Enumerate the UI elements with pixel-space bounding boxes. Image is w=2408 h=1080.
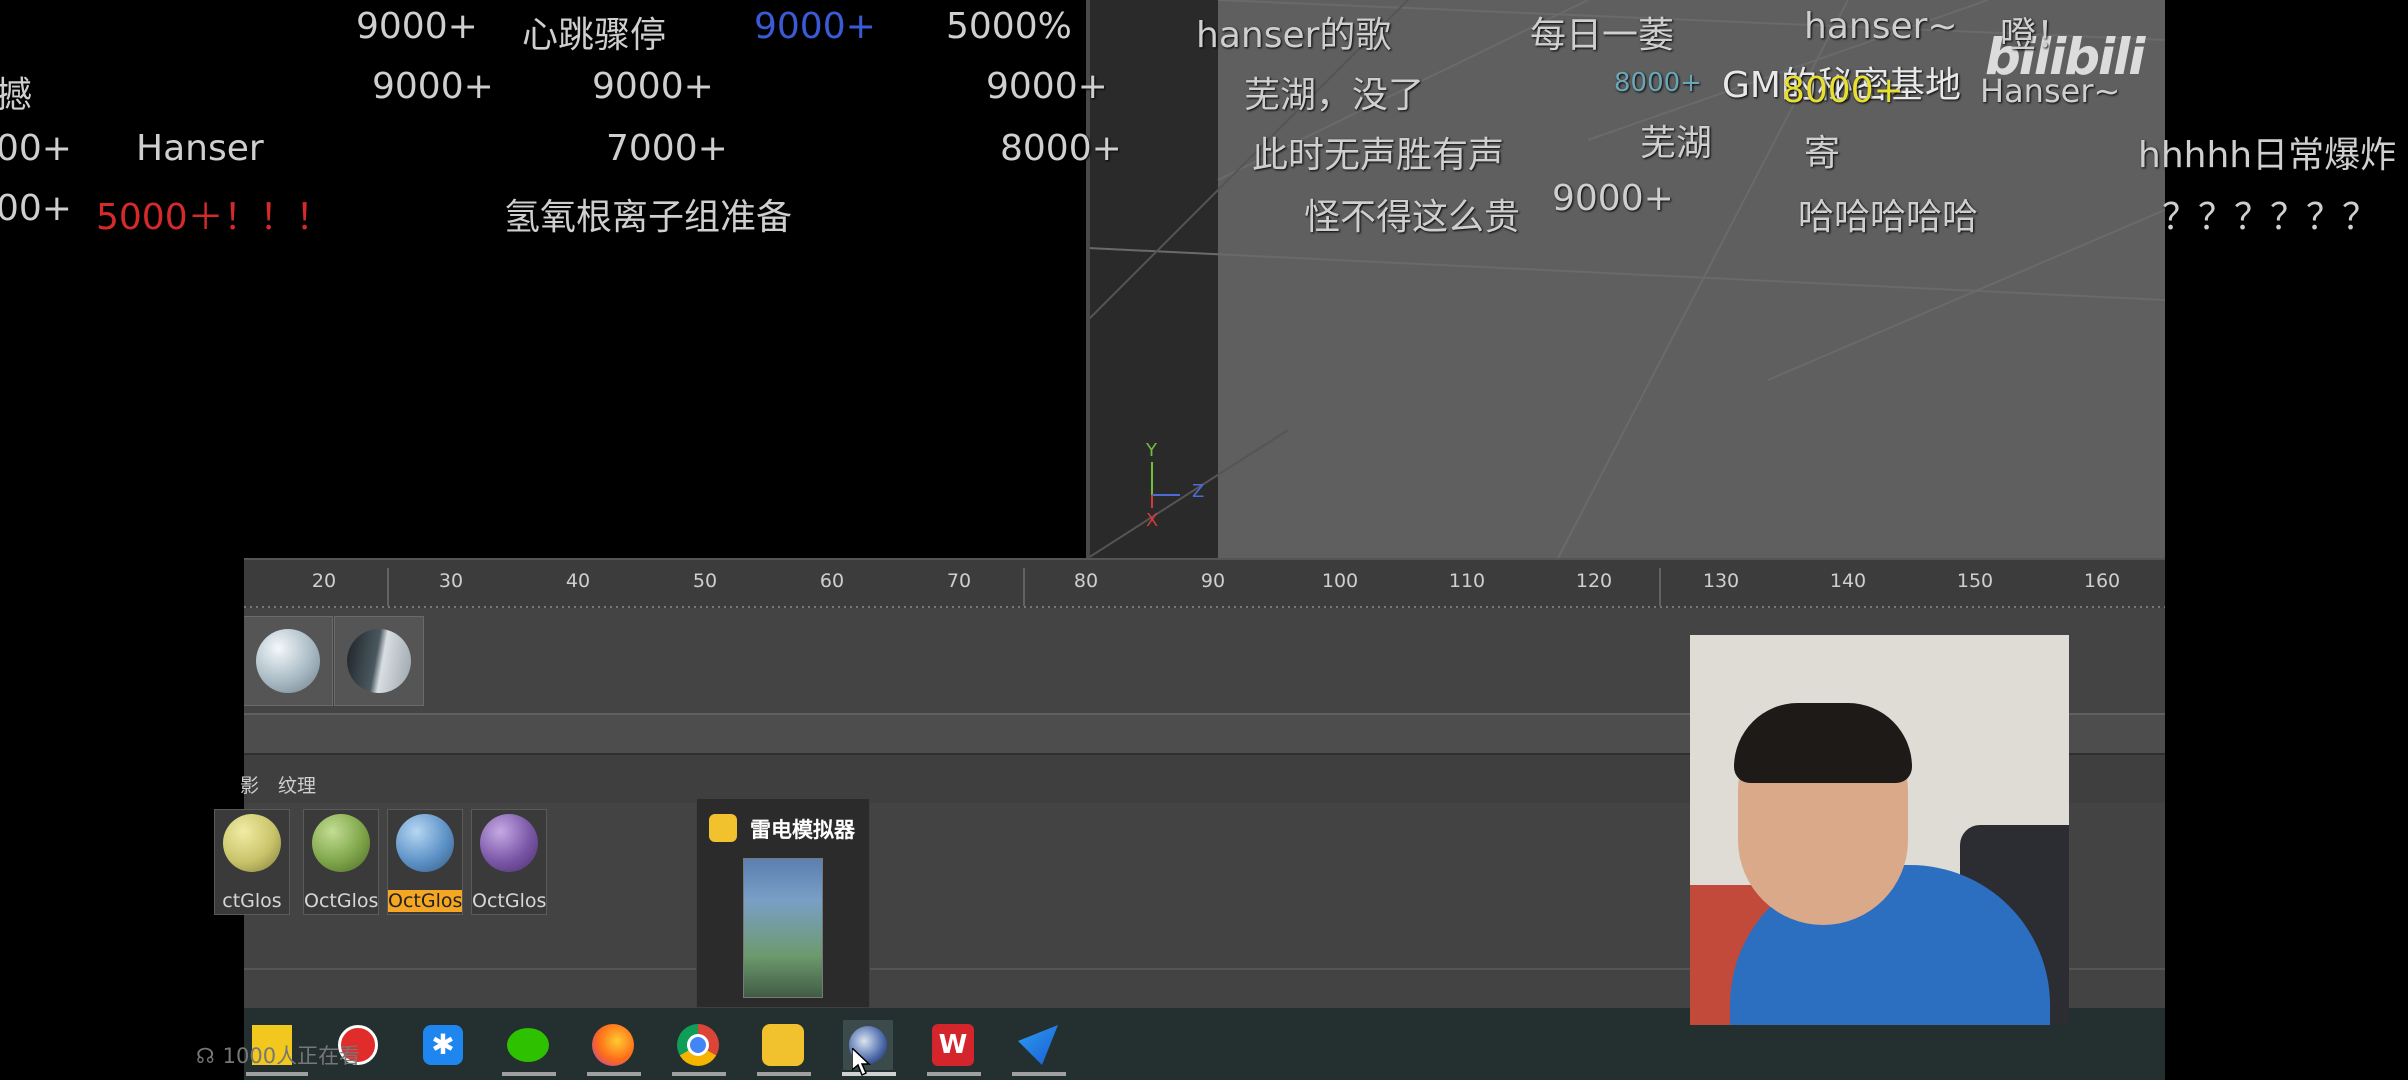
- tick-label: 110: [1448, 570, 1486, 592]
- danmaku-comment: 芜湖: [1640, 123, 1713, 164]
- active-indicator: [927, 1072, 981, 1076]
- wps-icon[interactable]: W: [928, 1020, 978, 1070]
- danmaku-comment: 哈哈哈哈哈: [1798, 197, 1979, 238]
- danmaku-comment: 芜湖，没了: [1244, 75, 1425, 116]
- material-name: ctGlos: [222, 890, 282, 912]
- danmaku-comment: 每日一萎: [1530, 15, 1675, 56]
- tick-label: 130: [1702, 570, 1740, 592]
- danmaku-comment: 9000+: [986, 66, 1108, 107]
- danmaku-comment: 9000+: [372, 66, 494, 107]
- material-thumb-glass[interactable]: [244, 616, 333, 706]
- danmaku-comment: 心跳骤停: [522, 15, 667, 56]
- material-sphere-icon: [396, 814, 454, 872]
- danmaku-comment: 9000+: [592, 66, 714, 107]
- tab-texture[interactable]: 纹理: [278, 771, 316, 798]
- danmaku-comment: 00+: [0, 128, 72, 169]
- active-indicator: [1012, 1072, 1066, 1076]
- tick-label: 60: [819, 570, 845, 592]
- tick-label: 160: [2083, 570, 2121, 592]
- danmaku-comment: 8000+: [1782, 70, 1904, 111]
- material-swatch-selected[interactable]: OctGlos: [387, 809, 463, 915]
- tab-partial[interactable]: 影: [240, 771, 259, 798]
- feishu-icon[interactable]: [1013, 1020, 1063, 1070]
- axis-z-label: Z: [1192, 481, 1205, 502]
- material-thumb-metal[interactable]: [334, 616, 424, 706]
- danmaku-comment: 9000+: [356, 6, 478, 47]
- tick-label: 150: [1956, 570, 1994, 592]
- danmaku-comment: 噔！: [2000, 15, 2073, 56]
- danmaku-comment: 寄: [1804, 133, 1841, 174]
- danmaku-comment: 9000+: [1552, 178, 1674, 219]
- danmaku-comment: 8000+: [1614, 68, 1702, 98]
- axis-y-label: Y: [1146, 440, 1157, 461]
- danmaku-comment: 8000+: [1000, 128, 1122, 169]
- material-name: OctGlos: [472, 890, 547, 912]
- person-hair: [1734, 703, 1912, 783]
- tick-label: 100: [1321, 570, 1359, 592]
- chrome-icon[interactable]: [673, 1020, 723, 1070]
- active-indicator: [672, 1072, 726, 1076]
- active-indicator: [246, 1072, 308, 1076]
- material-name: OctGlos: [304, 890, 379, 912]
- material-name: OctGlos: [388, 890, 463, 912]
- firefox-icon[interactable]: [588, 1020, 638, 1070]
- tick-label: 90: [1200, 570, 1226, 592]
- tick-label: 40: [565, 570, 591, 592]
- active-indicator: [502, 1072, 556, 1076]
- material-sphere-icon: [312, 814, 370, 872]
- ldplayer-icon: [709, 814, 737, 842]
- material-swatch[interactable]: ctGlos: [214, 809, 290, 915]
- material-swatch[interactable]: OctGlos: [471, 809, 547, 915]
- danmaku-comment: hanser~: [1804, 6, 1958, 47]
- active-indicator: [757, 1072, 811, 1076]
- axis-x-label: X: [1146, 510, 1159, 531]
- ldplayer-icon[interactable]: [758, 1020, 808, 1070]
- viewer-count: ☊ 1000人正在看: [196, 1044, 361, 1068]
- timeline-ruler[interactable]: 20 30 40 50 60 70 80 90 100 110 120 130 …: [244, 558, 2165, 610]
- popup-title: 雷电模拟器: [750, 818, 855, 842]
- material-swatch[interactable]: OctGlos: [303, 809, 379, 915]
- tick-label: 30: [438, 570, 464, 592]
- headphone-icon: ☊: [196, 1044, 215, 1068]
- active-indicator: [587, 1072, 641, 1076]
- webcam-overlay: [1690, 635, 2069, 1025]
- left-letterbox: [0, 558, 244, 1080]
- glass-sphere-icon: [256, 629, 320, 693]
- danmaku-comment: Hanser: [136, 128, 264, 169]
- danmaku-comment: hhhhh日常爆炸: [2138, 135, 2397, 176]
- popup-thumbnail[interactable]: [743, 858, 823, 998]
- danmaku-comment: hanser的歌: [1196, 15, 1392, 56]
- tick-label: 120: [1575, 570, 1613, 592]
- wechat-icon[interactable]: [503, 1020, 553, 1070]
- material-sphere-icon: [223, 814, 281, 872]
- danmaku-comment: 7000+: [606, 128, 728, 169]
- danmaku-comment: 此时无声胜有声: [1252, 135, 1505, 176]
- danmaku-comment: Hanser~: [1980, 72, 2121, 110]
- tick-label: 50: [692, 570, 718, 592]
- tick-label: 140: [1829, 570, 1867, 592]
- danmaku-comment: 怪不得这么贵: [1304, 197, 1521, 238]
- metal-sphere-icon: [347, 629, 411, 693]
- danmaku-comment: 5000%: [946, 6, 1072, 47]
- tick-label: 80: [1073, 570, 1099, 592]
- tick-label: 70: [946, 570, 972, 592]
- dingtalk-icon[interactable]: ✱: [418, 1020, 468, 1070]
- danmaku-comment: ？？？？？？: [2162, 197, 2379, 238]
- danmaku-comment: 00+: [0, 188, 72, 229]
- danmaku-comment: 9000+: [754, 6, 876, 47]
- danmaku-comment: 5000＋！！！: [96, 197, 332, 238]
- tick-label: 20: [311, 570, 337, 592]
- danmaku-comment: 氢氧根离子组准备: [504, 197, 793, 238]
- danmaku-comment: 撼: [0, 75, 33, 116]
- mouse-cursor-icon: [852, 1048, 871, 1077]
- material-sphere-icon: [480, 814, 538, 872]
